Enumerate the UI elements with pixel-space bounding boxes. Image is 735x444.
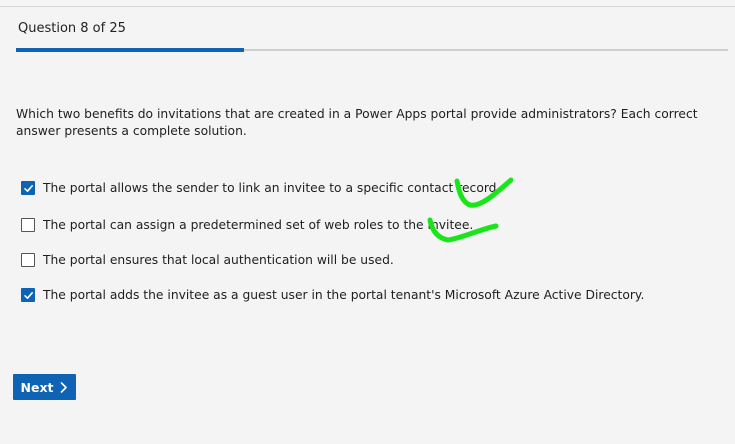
top-divider — [0, 6, 735, 7]
checkbox[interactable] — [21, 181, 35, 195]
progress-bar-fill — [16, 48, 244, 52]
handwritten-check-mark-icon — [454, 177, 514, 208]
next-button[interactable]: Next — [13, 374, 76, 400]
checkmark-icon — [23, 291, 33, 299]
chevron-right-icon — [61, 381, 68, 393]
answer-option-label: The portal can assign a predetermined se… — [43, 218, 474, 232]
question-counter: Question 8 of 25 — [18, 21, 126, 36]
checkbox[interactable] — [21, 253, 35, 267]
answer-option-2[interactable]: The portal can assign a predetermined se… — [21, 218, 473, 232]
question-prompt: Which two benefits do invitations that a… — [16, 107, 698, 138]
answer-option-label: The portal ensures that local authentica… — [43, 253, 394, 267]
progress-bar — [16, 48, 728, 52]
checkbox[interactable] — [21, 218, 35, 232]
answer-option-1[interactable]: The portal allows the sender to link an … — [21, 181, 500, 195]
checkmark-icon — [23, 184, 33, 192]
checkbox[interactable] — [21, 288, 35, 302]
handwritten-check-mark-icon — [427, 217, 499, 243]
answer-option-4[interactable]: The portal adds the invitee as a guest u… — [21, 288, 644, 302]
answer-option-label: The portal allows the sender to link an … — [43, 181, 501, 195]
next-button-label: Next — [20, 379, 54, 395]
answer-option-label: The portal adds the invitee as a guest u… — [43, 288, 645, 302]
answer-option-3[interactable]: The portal ensures that local authentica… — [21, 253, 394, 267]
